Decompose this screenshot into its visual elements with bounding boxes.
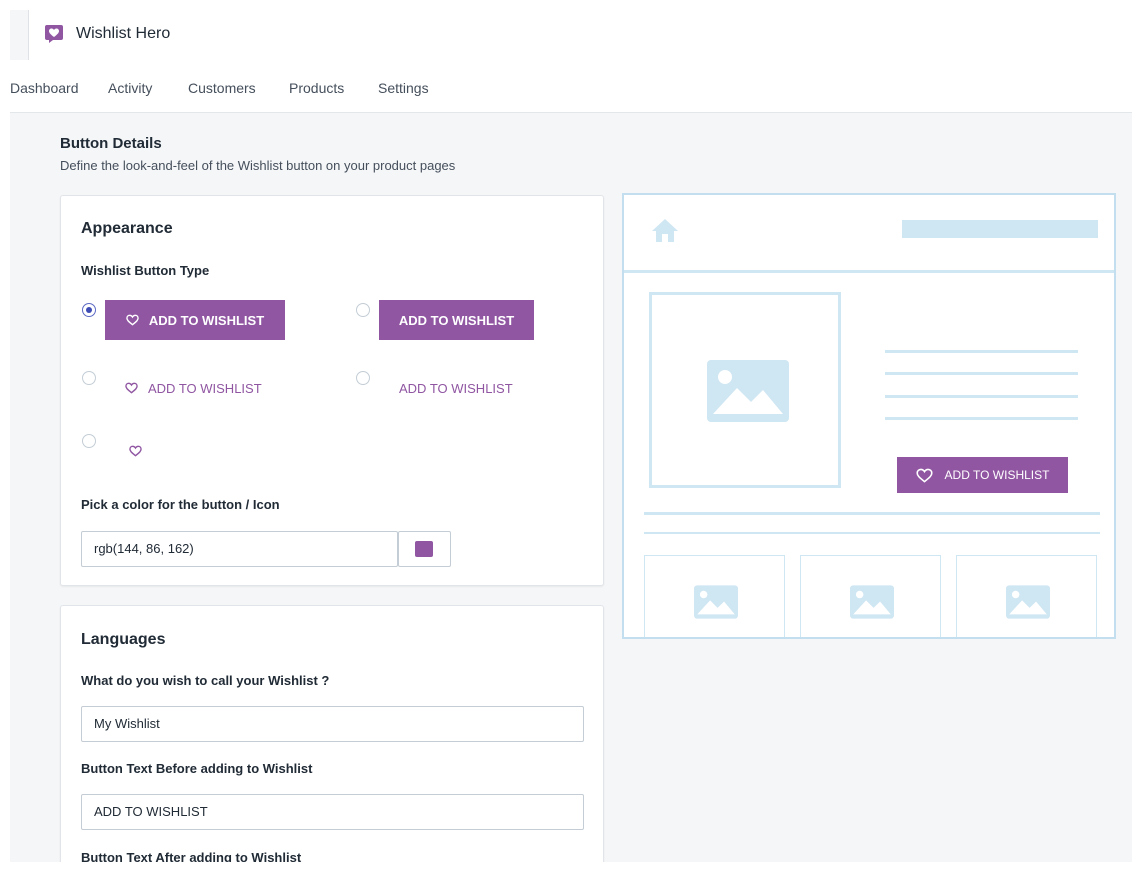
preview-product-image <box>649 292 841 488</box>
button-type-radio-filled-text[interactable] <box>356 303 370 317</box>
app-header: Wishlist Hero <box>28 10 1132 61</box>
button-type-radio-filled-icon[interactable] <box>82 303 96 317</box>
preview-wishlist-button: ADD TO WISHLIST <box>897 457 1068 493</box>
color-picker-button[interactable] <box>398 531 451 567</box>
wishlist-name-label: What do you wish to call your Wishlist ? <box>81 673 330 688</box>
preview-divider <box>644 512 1100 515</box>
image-placeholder-icon <box>1006 585 1050 619</box>
heart-icon <box>915 468 933 483</box>
tab-products[interactable]: Products <box>289 80 344 96</box>
button-type-label: Wishlist Button Type <box>81 263 210 278</box>
languages-title: Languages <box>81 631 166 648</box>
preview-related-product <box>644 555 785 637</box>
preview-button-label: ADD TO WISHLIST <box>944 468 1050 482</box>
image-placeholder-icon <box>850 585 894 619</box>
main-nav: Dashboard Activity Customers Products Se… <box>10 60 1132 113</box>
after-text-label: Button Text After adding to Wishlist <box>81 850 302 862</box>
preview-divider <box>644 532 1100 534</box>
option-text-only-button[interactable]: ADD TO WISHLIST <box>399 368 513 408</box>
preview-header-divider <box>624 270 1114 273</box>
option-label: ADD TO WISHLIST <box>148 380 262 396</box>
option-filled-icon-button[interactable]: ADD TO WISHLIST <box>105 300 285 340</box>
preview-text-line <box>885 417 1078 420</box>
tab-customers[interactable]: Customers <box>188 80 256 96</box>
heart-icon <box>126 314 139 326</box>
wishlist-hero-logo-icon <box>45 25 63 43</box>
before-text-label: Button Text Before adding to Wishlist <box>81 761 313 776</box>
color-input[interactable]: rgb(144, 86, 162) <box>81 531 398 567</box>
preview-header-bar <box>902 220 1098 238</box>
preview-related-product <box>956 555 1097 637</box>
image-placeholder-icon <box>707 360 789 422</box>
option-text-icon-button[interactable]: ADD TO WISHLIST <box>125 368 262 408</box>
option-label: ADD TO WISHLIST <box>148 312 265 328</box>
heart-icon <box>128 445 142 457</box>
button-type-radio-text-icon[interactable] <box>82 371 96 385</box>
option-icon-only-button[interactable] <box>125 431 145 471</box>
section-title: Button Details <box>60 135 162 152</box>
preview-text-line <box>885 395 1078 398</box>
option-label: ADD TO WISHLIST <box>399 380 513 396</box>
color-label: Pick a color for the button / Icon <box>81 497 280 512</box>
tab-dashboard[interactable]: Dashboard <box>10 80 79 96</box>
preview-text-line <box>885 372 1078 375</box>
appearance-title: Appearance <box>81 220 173 237</box>
preview-related-product <box>800 555 941 637</box>
tab-settings[interactable]: Settings <box>378 80 429 96</box>
option-label: ADD TO WISHLIST <box>398 312 515 328</box>
preview-text-line <box>885 350 1078 353</box>
languages-card: Languages What do you wish to call your … <box>60 605 604 862</box>
tab-activity[interactable]: Activity <box>108 80 152 96</box>
option-filled-text-button[interactable]: ADD TO WISHLIST <box>379 300 534 340</box>
section-description: Define the look-and-feel of the Wishlist… <box>60 158 456 173</box>
button-type-radio-text-only[interactable] <box>356 371 370 385</box>
home-icon <box>652 219 678 242</box>
heart-icon <box>125 382 138 394</box>
before-text-input[interactable]: ADD TO WISHLIST <box>81 794 584 830</box>
image-placeholder-icon <box>694 585 738 619</box>
product-page-preview: ADD TO WISHLIST <box>622 193 1116 639</box>
color-swatch <box>415 541 433 557</box>
app-frame: Wishlist Hero Dashboard Activity Custome… <box>10 10 1132 862</box>
appearance-card: Appearance Wishlist Button Type ADD TO W… <box>60 195 604 586</box>
app-title: Wishlist Hero <box>76 25 171 42</box>
button-type-radio-icon-only[interactable] <box>82 434 96 448</box>
wishlist-name-input[interactable]: My Wishlist <box>81 706 584 742</box>
